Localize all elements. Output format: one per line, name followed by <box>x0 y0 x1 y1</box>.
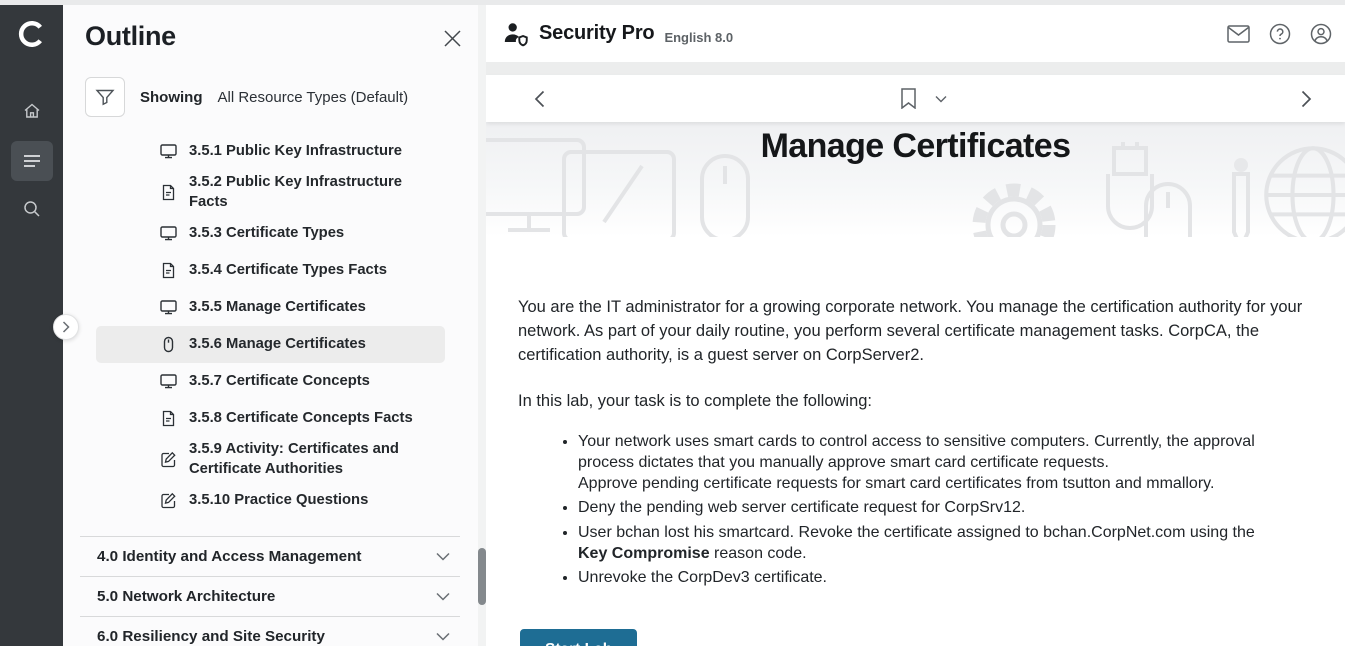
activity-pencil-icon <box>160 492 177 509</box>
lesson-content: You are the IT administrator for a growi… <box>486 237 1345 646</box>
filter-row: Showing All Resource Types (Default) <box>85 77 486 117</box>
task-item-2: Deny the pending web server certificate … <box>578 497 1274 518</box>
help-button[interactable] <box>1269 23 1291 45</box>
previous-lesson-button[interactable] <box>534 90 545 108</box>
showing-label: Showing <box>140 89 203 106</box>
bookmark-button[interactable] <box>900 88 917 109</box>
panel-collapse-handle[interactable] <box>53 314 79 340</box>
watermark-gear-icon <box>964 170 1064 237</box>
outline-panel: Outline Showing All Resource Types (Defa… <box>63 5 486 646</box>
envelope-icon <box>1227 25 1250 43</box>
outline-sections: 4.0 Identity and Access Management 5.0 N… <box>63 536 486 646</box>
chevron-down-icon <box>436 592 450 601</box>
outline-panel-header: Outline <box>63 5 486 52</box>
filter-value: All Resource Types (Default) <box>218 89 409 106</box>
chevron-down-icon <box>436 552 450 561</box>
watermark-pen-icon <box>1228 156 1254 237</box>
start-lab-button[interactable]: Start Lab <box>520 629 637 646</box>
task-item-3: User bchan lost his smartcard. Revoke th… <box>578 522 1274 565</box>
security-pro-logo-icon <box>502 20 529 47</box>
close-outline-button[interactable] <box>443 29 462 51</box>
close-icon <box>443 29 462 48</box>
next-lesson-button[interactable] <box>1301 90 1312 108</box>
task-item-4: Unrevoke the CorpDev3 certificate. <box>578 567 1274 588</box>
app-header: Security Pro English 8.0 <box>486 5 1345 62</box>
video-icon <box>160 143 177 160</box>
messages-button[interactable] <box>1227 25 1250 43</box>
outline-item-3-5-2[interactable]: 3.5.2 Public Key Infrastructure Facts <box>96 170 445 215</box>
lab-mouse-icon <box>160 336 177 353</box>
question-circle-icon <box>1269 23 1291 45</box>
main-area: Security Pro English 8.0 <box>486 5 1345 646</box>
header-divider-strip <box>486 62 1345 75</box>
task-list: Your network uses smart cards to control… <box>518 431 1274 589</box>
outline-item-3-5-3[interactable]: 3.5.3 Certificate Types <box>96 215 445 252</box>
lesson-hero-banner: Manage Certificates <box>486 122 1345 237</box>
funnel-icon <box>95 87 115 107</box>
person-circle-icon <box>1310 23 1332 45</box>
outline-scrollbar-thumb[interactable] <box>478 548 486 605</box>
document-icon <box>160 184 177 201</box>
chevron-left-icon <box>534 90 545 108</box>
section-5-0[interactable]: 5.0 Network Architecture <box>80 576 460 616</box>
lesson-title: Manage Certificates <box>486 127 1345 166</box>
outline-item-3-5-6-selected[interactable]: 3.5.6 Manage Certificates <box>96 326 445 363</box>
lesson-navbar <box>486 75 1345 122</box>
product-edition: English 8.0 <box>664 30 733 45</box>
task-item-1: Your network uses smart cards to control… <box>578 431 1274 495</box>
app-window: Outline Showing All Resource Types (Defa… <box>0 0 1345 646</box>
chevron-right-icon <box>1301 90 1312 108</box>
activity-pencil-icon <box>160 451 177 468</box>
document-icon <box>160 262 177 279</box>
scenario-paragraph: You are the IT administrator for a growi… <box>518 296 1305 368</box>
rail-search-button[interactable] <box>11 189 53 229</box>
outline-item-3-5-5[interactable]: 3.5.5 Manage Certificates <box>96 289 445 326</box>
outline-item-3-5-4[interactable]: 3.5.4 Certificate Types Facts <box>96 252 445 289</box>
section-4-0[interactable]: 4.0 Identity and Access Management <box>80 536 460 576</box>
outline-item-list: 3.5.1 Public Key Infrastructure 3.5.2 Pu… <box>63 133 486 519</box>
outline-scrollbar-track <box>478 5 486 646</box>
video-icon <box>160 373 177 390</box>
rail-outline-button[interactable] <box>11 141 53 181</box>
search-icon <box>22 199 42 219</box>
filter-button[interactable] <box>85 77 125 117</box>
video-icon <box>160 225 177 242</box>
home-icon <box>22 101 42 121</box>
rail-home-button[interactable] <box>11 91 53 131</box>
section-6-0[interactable]: 6.0 Resiliency and Site Security <box>80 616 460 646</box>
header-icons <box>1227 23 1332 45</box>
brand-logo[interactable] <box>17 19 47 49</box>
video-icon <box>160 299 177 316</box>
outline-item-3-5-7[interactable]: 3.5.7 Certificate Concepts <box>96 363 445 400</box>
task-intro-paragraph: In this lab, your task is to complete th… <box>518 390 1305 414</box>
outline-item-3-5-9[interactable]: 3.5.9 Activity: Certificates and Certifi… <box>96 437 445 482</box>
bookmark-menu-button[interactable] <box>935 95 947 103</box>
document-icon <box>160 410 177 427</box>
panel-title: Outline <box>85 21 176 52</box>
outline-item-3-5-10[interactable]: 3.5.10 Practice Questions <box>96 482 445 519</box>
product-title: Security Pro <box>539 22 654 45</box>
chevron-right-icon <box>62 321 70 333</box>
outline-menu-icon <box>23 154 41 168</box>
chevron-down-icon <box>436 632 450 641</box>
caret-down-icon <box>935 95 947 103</box>
outline-item-3-5-8[interactable]: 3.5.8 Certificate Concepts Facts <box>96 400 445 437</box>
bookmark-icon <box>900 88 917 109</box>
bookmark-group <box>900 88 947 109</box>
account-button[interactable] <box>1310 23 1332 45</box>
c-logo-icon <box>17 19 47 49</box>
outline-item-3-5-1[interactable]: 3.5.1 Public Key Infrastructure <box>96 133 445 170</box>
watermark-mouse-cable-icon <box>1138 180 1198 237</box>
